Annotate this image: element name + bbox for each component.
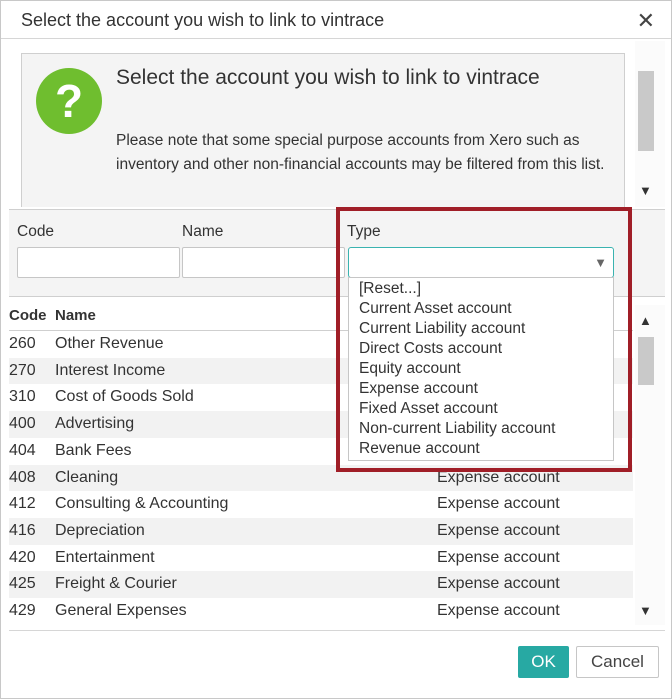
row-type: Expense account: [437, 468, 560, 486]
dropdown-option[interactable]: Non-current Liability account: [359, 420, 555, 438]
name-filter-label: Name: [182, 223, 224, 240]
info-panel: ? Select the account you wish to link to…: [21, 53, 625, 207]
info-scrollbar[interactable]: ▼: [635, 41, 665, 207]
row-code: 420: [9, 548, 36, 566]
chevron-down-icon: ▼: [594, 255, 607, 270]
row-name: Interest Income: [55, 361, 166, 379]
table-row[interactable]: 416 Depreciation Expense account: [9, 517, 633, 545]
row-name: Other Revenue: [55, 335, 164, 352]
close-icon[interactable]: ✕: [637, 10, 655, 32]
row-type: Expense account: [437, 548, 560, 566]
table-row[interactable]: 412 Consulting & Accounting Expense acco…: [9, 491, 633, 518]
row-name: Advertising: [55, 415, 135, 433]
table-scrollbar[interactable]: ▲ ▼: [635, 305, 665, 625]
row-code: 416: [9, 521, 36, 539]
column-header-name[interactable]: Name: [55, 307, 96, 324]
table-row[interactable]: 429 General Expenses Expense account: [9, 598, 633, 625]
row-type: Expense account: [437, 602, 560, 619]
cancel-button[interactable]: Cancel: [576, 646, 659, 678]
row-code: 408: [9, 468, 36, 486]
column-header-code[interactable]: Code: [9, 307, 47, 324]
dialog-titlebar: Select the account you wish to link to v…: [1, 1, 671, 39]
row-code: 404: [9, 441, 36, 459]
dropdown-option[interactable]: Current Liability account: [359, 320, 525, 338]
row-name: General Expenses: [55, 602, 187, 619]
row-code: 412: [9, 495, 36, 513]
row-code: 270: [9, 361, 36, 379]
scroll-down-icon[interactable]: ▼: [639, 183, 652, 198]
table-row[interactable]: 425 Freight & Courier Expense account: [9, 571, 633, 598]
table-row[interactable]: 420 Entertainment Expense account: [9, 545, 633, 572]
dropdown-option[interactable]: Fixed Asset account: [359, 400, 498, 418]
info-text: Please note that some special purpose ac…: [116, 132, 605, 173]
ok-button[interactable]: OK: [518, 646, 569, 678]
row-code: 425: [9, 575, 36, 593]
dialog-title: Select the account you wish to link to v…: [21, 10, 385, 30]
row-type: Expense account: [437, 495, 560, 513]
dropdown-option[interactable]: Current Asset account: [359, 300, 512, 318]
type-dropdown-list: [Reset...] Current Asset account Current…: [348, 277, 614, 461]
code-filter-label: Code: [17, 223, 55, 240]
row-name: Cost of Goods Sold: [55, 388, 194, 406]
row-name: Cleaning: [55, 468, 119, 486]
row-name: Entertainment: [55, 548, 155, 566]
info-scrollbar-thumb[interactable]: [638, 71, 654, 151]
row-code: 400: [9, 415, 36, 433]
table-row[interactable]: 408 Cleaning Expense account: [9, 464, 633, 492]
type-filter-select[interactable]: ▼: [348, 247, 614, 278]
table-scrollbar-thumb[interactable]: [638, 337, 654, 385]
scroll-up-icon[interactable]: ▲: [639, 313, 652, 328]
name-filter-input[interactable]: [182, 247, 345, 278]
dropdown-option[interactable]: Equity account: [359, 360, 461, 378]
row-name: Bank Fees: [55, 441, 132, 459]
row-name: Consulting & Accounting: [55, 495, 229, 513]
row-type: Expense account: [437, 521, 560, 539]
dropdown-option[interactable]: [Reset...]: [359, 280, 421, 298]
row-name: Freight & Courier: [55, 575, 177, 593]
dropdown-option[interactable]: Direct Costs account: [359, 340, 502, 358]
info-panel-viewport: ? Select the account you wish to link to…: [9, 41, 633, 207]
row-name: Depreciation: [55, 521, 145, 539]
link-account-dialog: Select the account you wish to link to v…: [0, 0, 672, 699]
code-filter-input[interactable]: [17, 247, 180, 278]
scroll-down-icon[interactable]: ▼: [639, 603, 652, 618]
type-filter-label: Type: [347, 223, 381, 240]
dropdown-option[interactable]: Expense account: [359, 380, 478, 398]
row-code: 429: [9, 602, 36, 619]
question-glyph: ?: [54, 75, 84, 127]
dropdown-option[interactable]: Revenue account: [359, 440, 480, 458]
row-code: 310: [9, 388, 36, 406]
info-heading: Select the account you wish to link to v…: [116, 66, 540, 89]
row-code: 260: [9, 335, 36, 352]
question-icon: ?: [36, 68, 102, 134]
row-type: Expense account: [437, 575, 560, 593]
footer-divider: [9, 630, 665, 631]
